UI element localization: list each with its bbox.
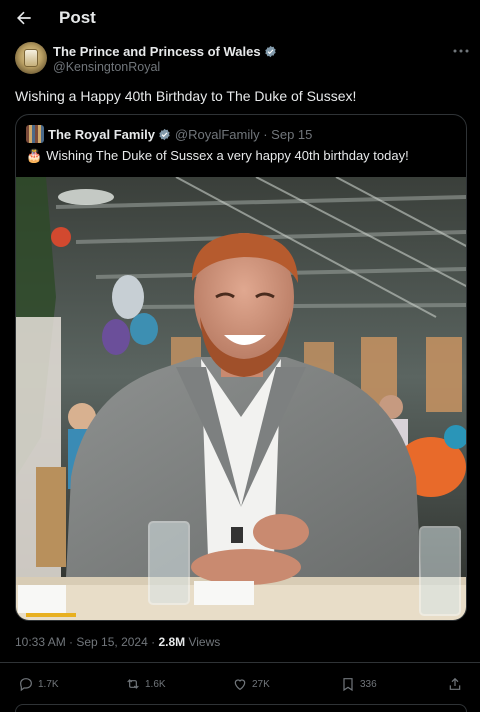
- share-icon: [449, 677, 461, 690]
- post-text: Wishing a Happy 40th Birthday to The Duk…: [15, 88, 357, 104]
- post-photo[interactable]: [16, 177, 467, 621]
- repost-icon: [127, 679, 139, 689]
- heart-icon: [234, 679, 246, 691]
- repost-count: 1.6K: [145, 678, 166, 690]
- post-time[interactable]: 10:33 AM · Sep 15, 2024 ·: [15, 635, 158, 649]
- page-title: Post: [59, 8, 96, 27]
- reply-button[interactable]: 1.7K: [18, 675, 59, 693]
- avatar[interactable]: [15, 42, 47, 74]
- verified-badge-icon: [264, 45, 276, 58]
- bookmark-count: 336: [360, 678, 377, 690]
- post-timestamp: 10:33 AM · Sep 15, 2024 · 2.8M Views: [15, 635, 220, 649]
- author-handle[interactable]: @KensingtonRoyal: [53, 60, 160, 74]
- bookmark-icon: [343, 678, 353, 692]
- birthday-cake-icon: 🎂: [26, 148, 43, 163]
- quoted-text-body: Wishing The Duke of Sussex a very happy …: [46, 148, 409, 163]
- quoted-post[interactable]: The Royal Family @RoyalFamily · Sep 15 🎂…: [15, 114, 467, 621]
- arrow-left-icon[interactable]: [14, 8, 34, 28]
- share-button[interactable]: [447, 675, 467, 693]
- header-bar: Post: [0, 0, 480, 36]
- verified-badge-icon: [159, 128, 170, 141]
- views-label: Views: [185, 635, 221, 649]
- quoted-author-name[interactable]: The Royal Family: [48, 127, 155, 142]
- reply-icon: [20, 678, 32, 692]
- action-bar: 1.7K 1.6K 27K 336: [0, 662, 480, 702]
- more-options-icon[interactable]: [452, 44, 470, 58]
- views-count: 2.8M: [158, 635, 186, 649]
- author-row: The Prince and Princess of Wales @Kensin…: [15, 42, 470, 76]
- reply-composer-edge: [15, 704, 467, 712]
- like-count: 27K: [252, 678, 270, 690]
- quoted-text: 🎂 Wishing The Duke of Sussex a very happy…: [26, 148, 409, 164]
- quoted-avatar[interactable]: [26, 125, 44, 143]
- repost-button[interactable]: 1.6K: [125, 675, 166, 693]
- like-button[interactable]: 27K: [232, 675, 270, 693]
- author-name[interactable]: The Prince and Princess of Wales: [53, 44, 277, 59]
- quoted-handle-date: @RoyalFamily · Sep 15: [174, 127, 313, 142]
- reply-count: 1.7K: [38, 678, 59, 690]
- quoted-author[interactable]: The Royal Family @RoyalFamily · Sep 15: [48, 127, 312, 142]
- bookmark-button[interactable]: 336: [340, 675, 377, 693]
- author-name-text[interactable]: The Prince and Princess of Wales: [53, 44, 261, 59]
